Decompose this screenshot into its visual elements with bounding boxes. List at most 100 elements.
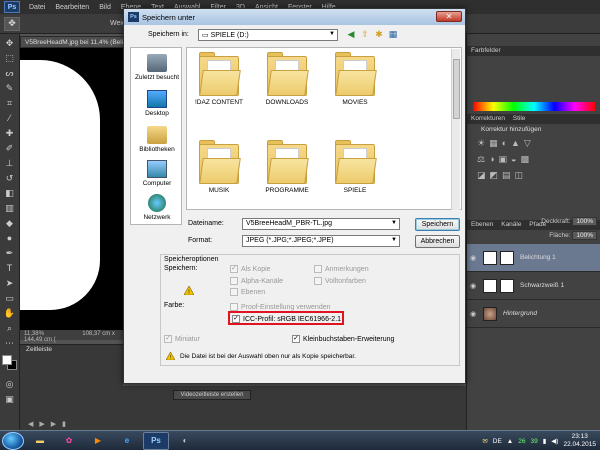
paint-taskbar-icon[interactable]: ✿ (56, 432, 82, 450)
tab-stile[interactable]: Stile (513, 115, 526, 122)
file-list[interactable]: !DAZ CONTENT DOWNLOADS MOVIES MUSIK PROG… (186, 47, 462, 210)
quick-select-tool-icon[interactable]: ✎ (3, 82, 17, 94)
save-in-label: Speichern in: (148, 31, 189, 38)
document-canvas[interactable] (20, 48, 123, 330)
up-folder-icon[interactable]: ⇧ (360, 29, 370, 40)
screen-mode-icon[interactable]: ▣ (3, 393, 17, 405)
tab-korrekturen[interactable]: Korrekturen (471, 115, 505, 122)
adjustment-icons-row-3[interactable]: ◪◩▤◫ (477, 170, 527, 181)
close-button[interactable]: ✕ (436, 11, 462, 22)
folder-item[interactable]: !DAZ CONTENT (189, 52, 249, 106)
miniatur-checkbox[interactable]: ✓ Miniatur (164, 335, 200, 343)
app-taskbar-icon[interactable]: ◐ (172, 432, 198, 450)
move-tool-icon[interactable]: ✥ (4, 16, 20, 31)
eyedropper-tool-icon[interactable]: ⁄ (3, 112, 17, 124)
start-button-icon[interactable] (2, 431, 24, 450)
adjustment-icons-row-2[interactable]: ⚖◑▣◒▩ (477, 154, 533, 165)
kleinbuchstaben-checkbox[interactable]: ✓ Kleinbuchstaben-Erweiterung (292, 335, 394, 343)
path-select-tool-icon[interactable]: ➤ (3, 277, 17, 289)
layer-row[interactable]: ◉ Belichtung 1 (467, 244, 600, 272)
healing-tool-icon[interactable]: ✚ (3, 127, 17, 139)
color-swatches[interactable] (0, 353, 19, 375)
mail-icon[interactable]: ✉ (482, 437, 487, 445)
timeline-controls-icon[interactable]: ◀▶▶▮ (28, 420, 72, 428)
more-tools-icon[interactable]: ⋯ (3, 337, 17, 349)
place-recent[interactable]: Zuletzt besucht (131, 54, 183, 81)
marquee-tool-icon[interactable]: ⬚ (3, 52, 17, 64)
foreground-color-swatch[interactable] (2, 355, 12, 365)
back-icon[interactable]: ◀ (346, 29, 356, 40)
stamp-tool-icon[interactable]: ⊥ (3, 157, 17, 169)
blur-tool-icon[interactable]: ◆ (3, 217, 17, 229)
tray-arrow-icon[interactable]: ▲ (507, 438, 513, 445)
internet-explorer-taskbar-icon[interactable]: e (114, 432, 140, 450)
save-in-select[interactable]: ▭ SPIELE (D:) ▼ (198, 29, 338, 41)
folder-item[interactable]: SPIELE (325, 140, 385, 194)
swatches-panel-tab[interactable]: Farbfelder (467, 46, 600, 56)
checkbox-box: ✓ (230, 265, 238, 273)
type-tool-icon[interactable]: T (3, 262, 17, 274)
menu-bild[interactable]: Bild (94, 4, 116, 11)
view-menu-icon[interactable]: ▦ (388, 29, 398, 40)
photoshop-taskbar-icon[interactable]: Ps (143, 431, 169, 450)
alpha-kanaele-checkbox[interactable]: Alpha-Kanäle (230, 277, 283, 285)
folder-icon (199, 52, 241, 96)
head-silhouette (20, 60, 100, 310)
filename-input[interactable]: V5BreeHeadM_PBR-TL.jpg ▼ (242, 218, 400, 230)
place-network[interactable]: Netzwerk (131, 194, 183, 221)
fill-field[interactable]: 100% (572, 231, 597, 240)
layer-row[interactable]: ◉ Hintergrund (467, 300, 600, 328)
layer-row[interactable]: ◉ Schwarzweiß 1 (467, 272, 600, 300)
adjustment-icons-row-1[interactable]: ☀▦◐▲▽ (477, 138, 535, 149)
volume-icon[interactable]: ◀) (551, 437, 558, 445)
proof-checkbox[interactable]: Proof-Einstellung verwenden (230, 303, 331, 311)
brush-tool-icon[interactable]: ✐ (3, 142, 17, 154)
folder-item[interactable]: DOWNLOADS (257, 52, 317, 106)
zoom-tool-icon[interactable]: ⌕ (3, 322, 17, 334)
clock[interactable]: 23:13 22.04.2015 (563, 433, 596, 449)
color-spectrum-bar[interactable] (473, 102, 595, 111)
history-brush-tool-icon[interactable]: ↺ (3, 172, 17, 184)
format-select[interactable]: JPEG (*.JPG;*.JPEG;*.JPE) ▼ (242, 235, 400, 247)
new-folder-icon[interactable]: ✱ (374, 29, 384, 40)
eye-icon[interactable]: ◉ (467, 310, 479, 318)
menu-datei[interactable]: Datei (24, 4, 50, 11)
cancel-button[interactable]: Abbrechen (415, 235, 460, 248)
shape-tool-icon[interactable]: ▭ (3, 292, 17, 304)
anmerkungen-checkbox[interactable]: Anmerkungen (314, 265, 369, 273)
opacity-field[interactable]: 100% (572, 217, 597, 226)
create-video-timeline-button[interactable]: Videozeitleiste erstellen (173, 390, 251, 400)
place-libraries[interactable]: Bibliotheken (131, 126, 183, 153)
dodge-tool-icon[interactable]: ● (3, 232, 17, 244)
explorer-taskbar-icon[interactable]: ▬ (27, 432, 53, 450)
scrollbar-thumb[interactable] (453, 59, 460, 119)
gradient-tool-icon[interactable]: ▥ (3, 202, 17, 214)
lasso-tool-icon[interactable]: ᔕ (3, 67, 17, 79)
place-desktop[interactable]: Desktop (131, 90, 183, 117)
media-player-taskbar-icon[interactable]: ▶ (85, 432, 111, 450)
folder-item[interactable]: PROGRAMME (257, 140, 317, 194)
menu-bearbeiten[interactable]: Bearbeiten (50, 4, 94, 11)
chevron-down-icon[interactable]: ▼ (391, 220, 397, 226)
folder-item[interactable]: MOVIES (325, 52, 385, 106)
volltonfarben-checkbox[interactable]: Volltonfarben (314, 277, 366, 285)
move-tool-icon[interactable]: ✥ (3, 37, 17, 49)
pen-tool-icon[interactable]: ✒ (3, 247, 17, 259)
input-language[interactable]: DE (493, 438, 502, 445)
dialog-titlebar[interactable]: Ps Speichern unter ✕ (124, 9, 465, 25)
file-list-scrollbar[interactable] (451, 49, 460, 210)
hand-tool-icon[interactable]: ✋ (3, 307, 17, 319)
place-computer[interactable]: Computer (131, 160, 183, 187)
als-kopie-checkbox[interactable]: ✓ Als Kopie (230, 265, 271, 273)
quick-mask-icon[interactable]: ◎ (3, 378, 17, 390)
eraser-tool-icon[interactable]: ◧ (3, 187, 17, 199)
folder-item[interactable]: MUSIK (189, 140, 249, 194)
network-icon[interactable]: ▮ (543, 437, 547, 445)
chevron-down-icon[interactable]: ▼ (391, 237, 397, 243)
eye-icon[interactable]: ◉ (467, 254, 479, 262)
save-button[interactable]: Speichern (415, 218, 460, 231)
eye-icon[interactable]: ◉ (467, 282, 479, 290)
timeline-tab[interactable]: Zeitleiste (26, 346, 52, 353)
ebenen-checkbox[interactable]: Ebenen (230, 288, 265, 296)
crop-tool-icon[interactable]: ⌗ (3, 97, 17, 109)
